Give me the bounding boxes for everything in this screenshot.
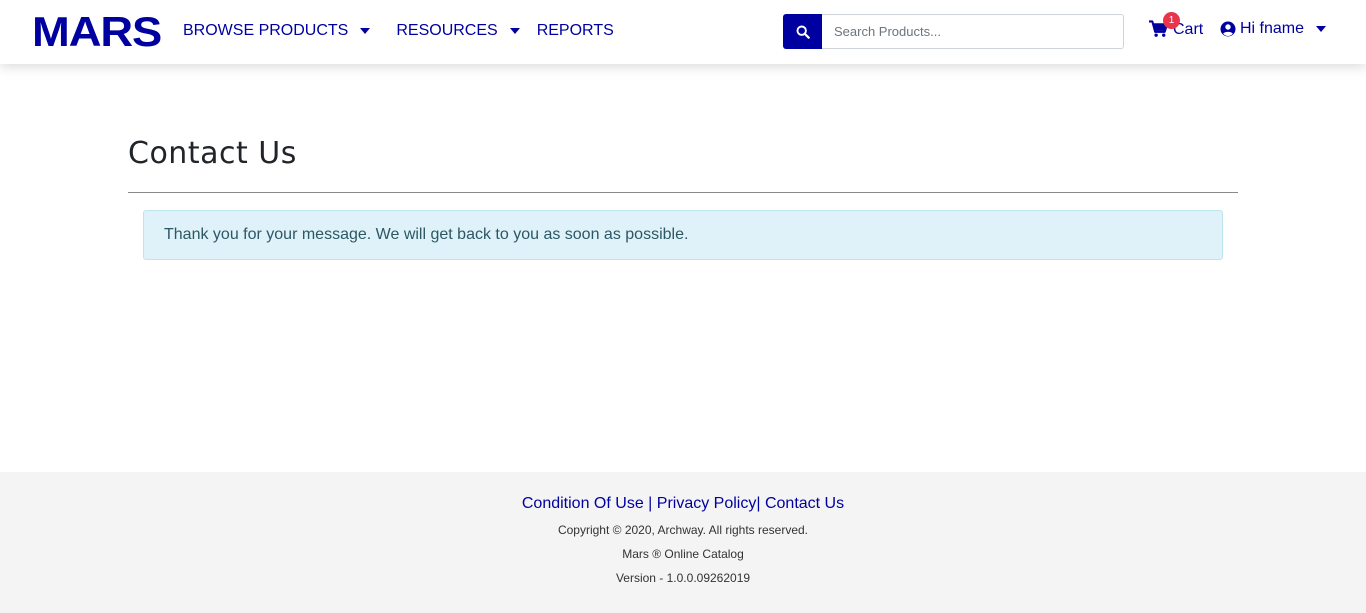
chevron-down-icon [360, 28, 371, 34]
nav-resources-label: RESOURCES [396, 22, 498, 39]
cart-link[interactable]: 1 Cart [1149, 12, 1203, 40]
copyright-text: Copyright © 2020, Archway. All rights re… [557, 523, 809, 537]
search-icon [796, 25, 810, 39]
nav-resources[interactable]: RESOURCES [396, 20, 520, 42]
chevron-down-icon [509, 28, 520, 34]
title-divider [128, 192, 1238, 193]
footer-separator: | [648, 495, 653, 512]
condition-of-use-link[interactable]: Condition Of Use [522, 495, 644, 512]
nav-reports[interactable]: REPORTS [537, 20, 614, 42]
chevron-down-icon [1316, 26, 1327, 32]
catalog-text: Mars ® Online Catalog [622, 547, 744, 561]
nav-reports-label: REPORTS [536, 22, 614, 39]
privacy-policy-link[interactable]: Privacy Policy [657, 495, 757, 512]
footer-links: Condition Of Use | Privacy Policy| Conta… [0, 494, 1366, 514]
top-navbar: MARS BROWSE PRODUCTS RESOURCES REPORTS S… [0, 0, 1366, 64]
cart-icon-wrap: 1 [1149, 12, 1180, 40]
contact-us-link[interactable]: Contact Us [765, 495, 844, 512]
mars-logo[interactable]: MARS [32, 11, 162, 53]
success-alert: Thank you for your message. We will get … [143, 210, 1223, 260]
alert-message: Thank you for your message. We will get … [164, 226, 689, 243]
main-nav: BROWSE PRODUCTS RESOURCES REPORTS [183, 20, 614, 42]
footer: Condition Of Use | Privacy Policy| Conta… [0, 472, 1366, 613]
cart-count-badge: 1 [1163, 12, 1180, 29]
nav-browse-products[interactable]: BROWSE PRODUCTS [183, 20, 371, 42]
user-circle-icon [1220, 21, 1236, 37]
search-bar [783, 14, 1124, 49]
user-greeting: Hi fname [1240, 20, 1305, 37]
footer-separator: | [756, 495, 761, 512]
user-menu[interactable]: Hi fname [1220, 20, 1327, 38]
nav-browse-products-label: BROWSE PRODUCTS [183, 22, 349, 39]
search-input[interactable] [822, 14, 1124, 49]
version-text: Version - 1.0.0.09262019 [615, 571, 751, 585]
page-title: Contact Us [128, 136, 297, 171]
search-button[interactable] [783, 14, 822, 49]
